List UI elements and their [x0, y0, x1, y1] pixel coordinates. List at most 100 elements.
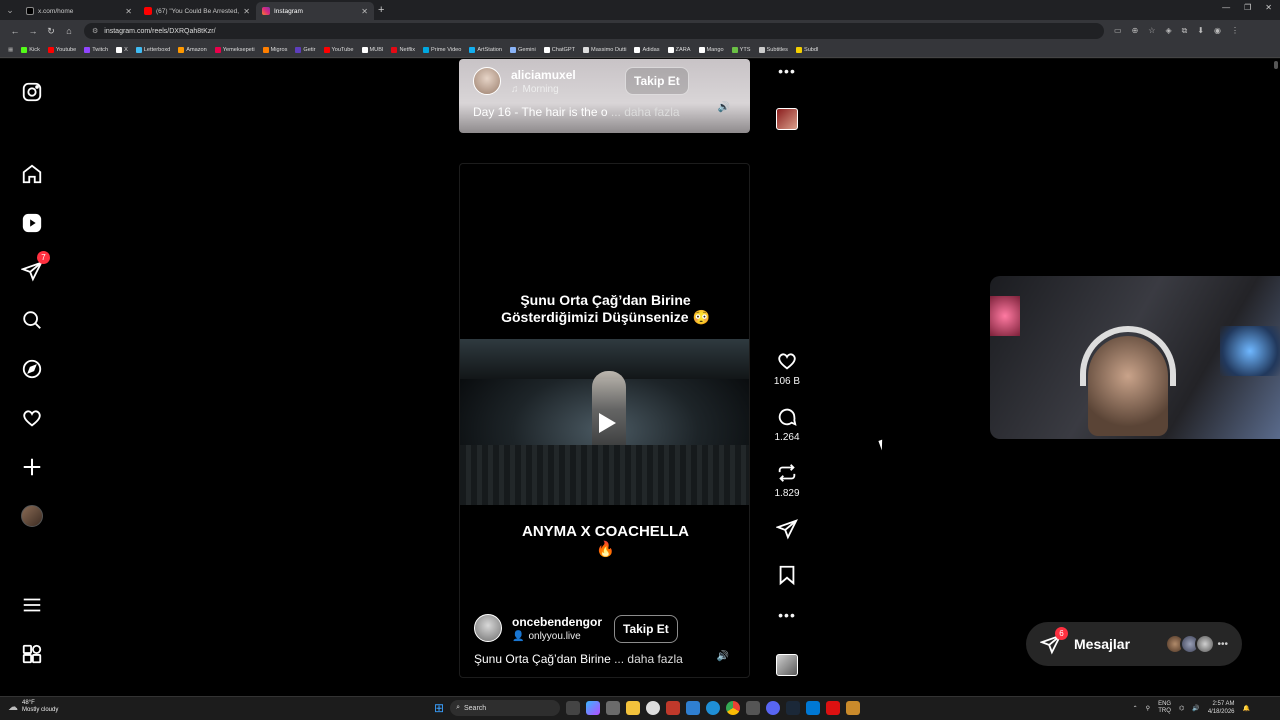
- bookmark-item[interactable]: Mango: [698, 46, 724, 53]
- volume-icon[interactable]: 🔊: [715, 648, 731, 664]
- home-icon[interactable]: ⌂: [60, 26, 78, 36]
- cast-icon[interactable]: ▭: [1114, 26, 1122, 36]
- url-field[interactable]: ⚙ instagram.com/reels/DXRQah8tKzr/: [84, 23, 1104, 39]
- bookmark-item[interactable]: Migros: [262, 46, 287, 53]
- steam-icon[interactable]: [786, 701, 801, 715]
- author-username[interactable]: oncebendengor: [512, 615, 602, 629]
- bookmark-item[interactable]: Kick: [21, 46, 40, 53]
- bookmark-item[interactable]: ChatGPT: [543, 46, 575, 53]
- current-reel[interactable]: Şunu Orta Çağ’dan Birine Gösterdiğimizi …: [459, 163, 750, 678]
- tab-youtube[interactable]: (67) "You Could Be Arrested," I ✕: [138, 2, 256, 20]
- bookmark-item[interactable]: Amazon: [178, 46, 207, 53]
- like-button[interactable]: 106 B: [770, 350, 804, 387]
- bookmark-item[interactable]: ZARA: [667, 46, 691, 53]
- home-nav-icon[interactable]: [20, 162, 44, 186]
- photos-icon[interactable]: [686, 701, 701, 715]
- maximize-icon[interactable]: ❐: [1244, 3, 1251, 12]
- bookmark-item[interactable]: Subdl: [795, 46, 818, 53]
- site-info-icon[interactable]: ⚙: [92, 27, 98, 35]
- bookmark-item[interactable]: Prime Video: [423, 46, 461, 53]
- new-tab-button[interactable]: +: [378, 4, 384, 16]
- save-button[interactable]: [770, 564, 804, 586]
- bookmark-item[interactable]: Youtube: [47, 46, 76, 53]
- tray-overflow-icon[interactable]: ⌃: [1133, 705, 1138, 712]
- author-username[interactable]: aliciamuxel: [511, 68, 576, 82]
- bookmark-item[interactable]: Gemini: [509, 46, 536, 53]
- instagram-logo-icon[interactable]: [20, 80, 44, 104]
- play-icon[interactable]: [593, 410, 619, 436]
- audio-info[interactable]: 👤 onlyyou.live: [512, 631, 602, 642]
- bookmark-item[interactable]: YouTube: [323, 46, 354, 53]
- clock[interactable]: 2:57 AM 4/18/2026: [1208, 700, 1235, 716]
- profile-avatar[interactable]: [20, 504, 44, 528]
- more-chats-icon[interactable]: •••: [1217, 639, 1228, 650]
- more-options-top-icon[interactable]: •••: [770, 63, 804, 79]
- messages-bar[interactable]: 6 Mesajlar •••: [1026, 622, 1242, 666]
- close-tab-icon[interactable]: ✕: [243, 7, 250, 16]
- notifications-heart-icon[interactable]: [20, 406, 44, 430]
- apps-grid-icon[interactable]: ▦: [8, 47, 13, 53]
- app-icon[interactable]: [846, 701, 861, 715]
- zoom-icon[interactable]: ⊕: [1132, 26, 1139, 36]
- audio-thumbnail[interactable]: [770, 654, 804, 676]
- reel-caption[interactable]: Şunu Orta Çağ’dan Birine ... daha fazla: [474, 652, 683, 666]
- menu-icon[interactable]: ⋮: [1231, 26, 1239, 36]
- tab-instagram[interactable]: Instagram ✕: [256, 2, 374, 20]
- bookmark-item[interactable]: X: [116, 46, 128, 53]
- close-tab-icon[interactable]: ✕: [125, 7, 132, 16]
- author-avatar[interactable]: [474, 614, 502, 642]
- bookmark-item[interactable]: Yemeksepeti: [214, 46, 255, 53]
- app-icon[interactable]: [746, 701, 761, 715]
- bookmark-item[interactable]: Twitch: [84, 46, 108, 53]
- reels-nav-icon[interactable]: [20, 211, 44, 235]
- app-tray-icon[interactable]: ⚲: [1146, 705, 1150, 712]
- network-icon[interactable]: ⌬: [1179, 705, 1184, 712]
- language-indicator[interactable]: ENG TRQ: [1158, 701, 1171, 715]
- bookmark-item[interactable]: MUBI: [361, 46, 383, 53]
- weather-widget[interactable]: ☁ 48°F Mostly cloudy: [8, 700, 58, 714]
- tab-search-icon[interactable]: ⌄: [0, 0, 20, 20]
- app-icon[interactable]: [606, 701, 621, 715]
- author-avatar[interactable]: [473, 67, 501, 95]
- forward-icon[interactable]: →: [24, 26, 42, 36]
- volume-icon[interactable]: 🔊: [716, 99, 732, 115]
- comment-button[interactable]: 1.264: [770, 406, 804, 443]
- volume-tray-icon[interactable]: 🔊: [1192, 705, 1199, 712]
- tab-x-home[interactable]: x.com/home ✕: [20, 2, 138, 20]
- explore-compass-icon[interactable]: [20, 357, 44, 381]
- more-menu-icon[interactable]: [20, 593, 44, 617]
- search-nav-icon[interactable]: [20, 308, 44, 332]
- repost-button[interactable]: 1.829: [770, 462, 804, 499]
- bookmark-item[interactable]: Adidas: [634, 46, 660, 53]
- follow-button[interactable]: Takip Et: [614, 615, 678, 643]
- taskbar-search[interactable]: ⌕ Search: [450, 700, 561, 716]
- back-icon[interactable]: ←: [6, 26, 24, 36]
- follow-button[interactable]: Takip Et: [625, 67, 689, 95]
- github-icon[interactable]: [646, 701, 661, 715]
- app-icon[interactable]: [826, 701, 841, 715]
- audio-info[interactable]: ♫ Morning: [511, 84, 576, 95]
- reload-icon[interactable]: ↻: [42, 26, 60, 37]
- reel-caption[interactable]: Day 16 - The hair is the o ... daha fazl…: [473, 105, 680, 119]
- bookmark-item[interactable]: Subtitles: [758, 46, 788, 53]
- bookmark-item[interactable]: Getir: [295, 46, 316, 53]
- profile-icon[interactable]: ◉: [1214, 26, 1221, 36]
- bookmark-item[interactable]: Netflix: [391, 46, 415, 53]
- chat-avatar[interactable]: [1195, 634, 1216, 654]
- messages-nav-icon[interactable]: 7: [20, 251, 50, 283]
- notifications-icon[interactable]: 🔔: [1243, 705, 1250, 712]
- audio-thumbnail[interactable]: [770, 108, 804, 130]
- previous-reel[interactable]: aliciamuxel ♫ Morning Takip Et Day 16 - …: [459, 59, 750, 133]
- close-tab-icon[interactable]: ✕: [361, 7, 368, 16]
- file-explorer-icon[interactable]: [626, 701, 641, 715]
- windows-start-icon[interactable]: ⊞: [434, 701, 444, 715]
- bookmark-item[interactable]: Massimo Dutti: [583, 46, 626, 53]
- task-view-icon[interactable]: [566, 701, 581, 715]
- extensions-puzzle-icon[interactable]: ⧉: [1182, 26, 1188, 36]
- edge-icon[interactable]: [706, 701, 721, 715]
- create-plus-icon[interactable]: [20, 455, 44, 479]
- more-link[interactable]: ... daha fazla: [611, 105, 680, 119]
- copilot-icon[interactable]: [586, 701, 601, 715]
- bookmark-item[interactable]: YTS: [731, 46, 751, 53]
- page-scrollbar[interactable]: [1274, 61, 1278, 691]
